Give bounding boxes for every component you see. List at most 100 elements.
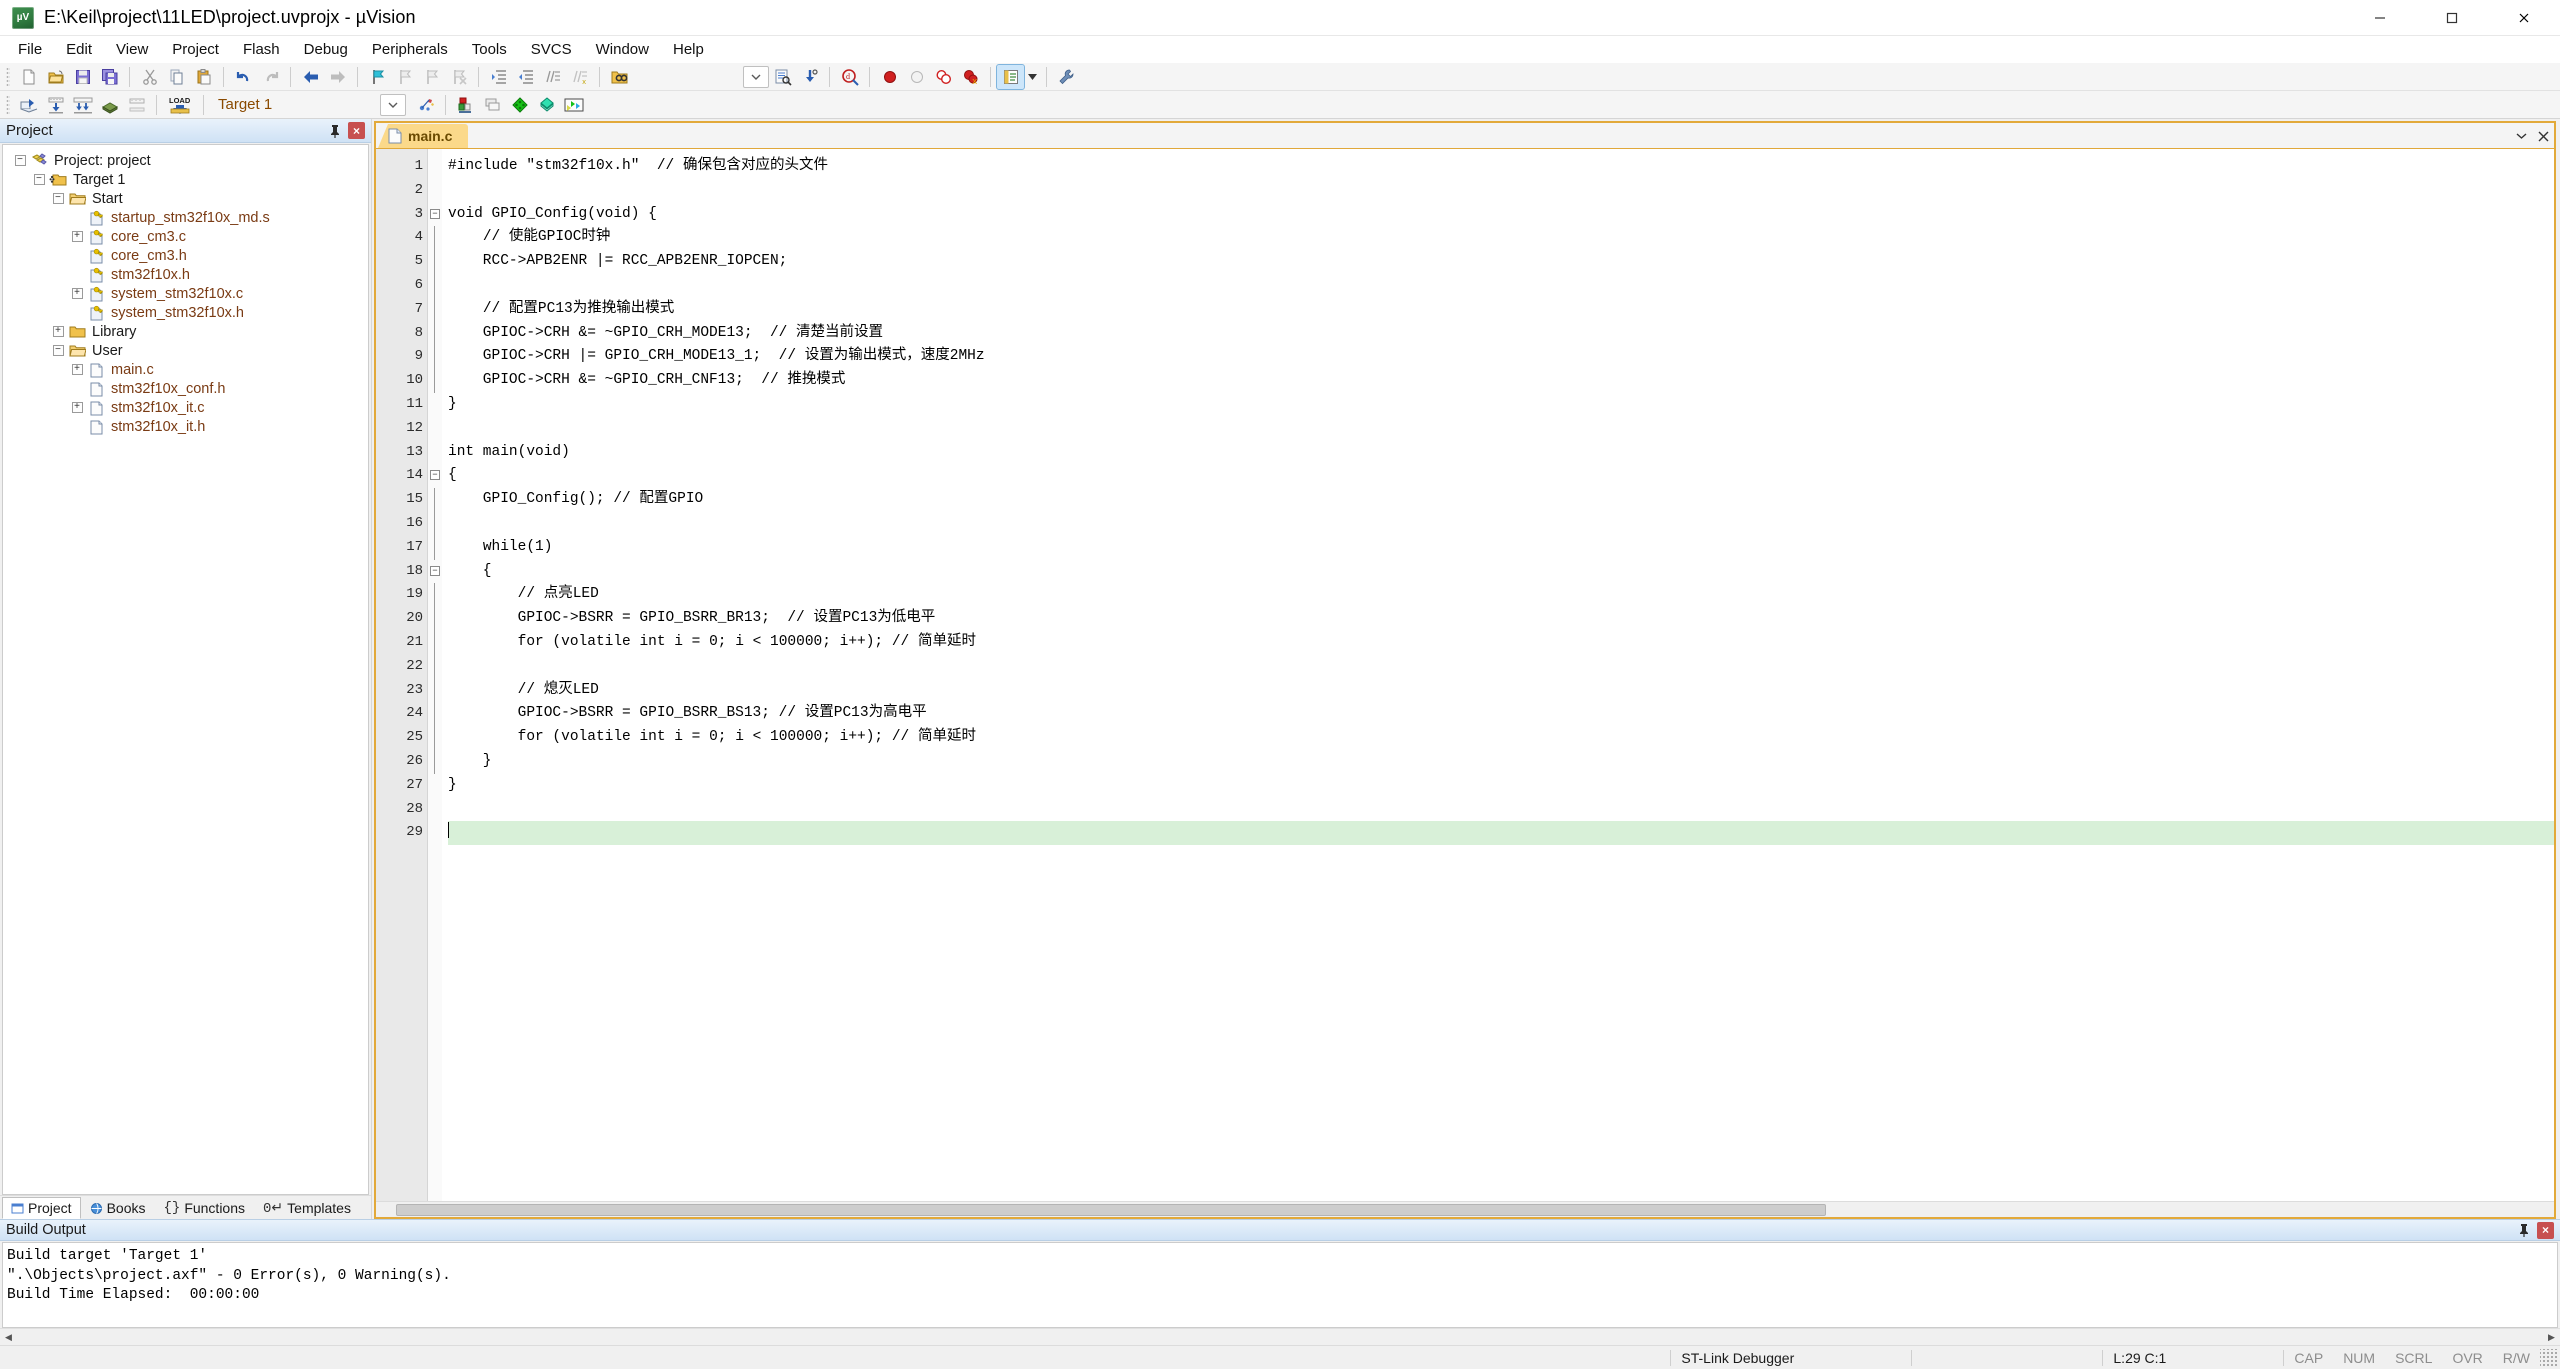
expander-plus[interactable]: + bbox=[71, 402, 83, 413]
tab-books[interactable]: Books bbox=[81, 1197, 155, 1219]
pin-icon[interactable] bbox=[2514, 1220, 2534, 1240]
code-line[interactable] bbox=[448, 179, 2554, 203]
expand-icon[interactable]: + bbox=[68, 284, 86, 303]
toolbar-grip[interactable] bbox=[6, 66, 10, 87]
find-in-files-icon[interactable] bbox=[606, 65, 633, 89]
configuration-wizard-icon[interactable] bbox=[996, 63, 1025, 90]
navigate-back-icon[interactable] bbox=[297, 65, 324, 89]
manage-project-items-icon[interactable] bbox=[452, 93, 479, 117]
tree-item-startup-stm32f10x-md-s[interactable]: startup_stm32f10x_md.s bbox=[3, 208, 368, 227]
tree-item-main-c[interactable]: + main.c bbox=[3, 360, 368, 379]
incremental-find-icon[interactable] bbox=[769, 65, 796, 89]
open-file-icon[interactable] bbox=[42, 65, 69, 89]
tree-item-project-project[interactable]: − Project: project bbox=[3, 151, 368, 170]
scroll-right-icon[interactable]: ▶ bbox=[2543, 1330, 2560, 1345]
pack-installer-icon[interactable] bbox=[479, 93, 506, 117]
menu-window[interactable]: Window bbox=[584, 37, 661, 62]
rebuild-all-icon[interactable] bbox=[69, 93, 96, 117]
code-line[interactable]: GPIOC->BSRR = GPIO_BSRR_BR13; // 设置PC13为… bbox=[448, 607, 2554, 631]
tree-item-user[interactable]: − User bbox=[3, 341, 368, 360]
code-line[interactable] bbox=[448, 655, 2554, 679]
code-line[interactable] bbox=[448, 417, 2554, 441]
code-line[interactable]: RCC->APB2ENR |= RCC_APB2ENR_IOPCEN; bbox=[448, 250, 2554, 274]
menu-flash[interactable]: Flash bbox=[231, 37, 292, 62]
code-text[interactable]: #include "stm32f10x.h" // 确保包含对应的头文件 voi… bbox=[442, 149, 2554, 1201]
tree-item-stm32f10x-it-c[interactable]: + stm32f10x_it.c bbox=[3, 398, 368, 417]
collapse-icon[interactable]: − bbox=[49, 341, 67, 360]
editor-horizontal-scrollbar[interactable] bbox=[376, 1201, 2554, 1217]
code-line[interactable]: void GPIO_Config(void) { bbox=[448, 203, 2554, 227]
code-line[interactable]: // 熄灭LED bbox=[448, 679, 2554, 703]
redo-icon[interactable] bbox=[257, 65, 284, 89]
tree-item-stm32f10x-it-h[interactable]: stm32f10x_it.h bbox=[3, 417, 368, 436]
code-line[interactable] bbox=[448, 274, 2554, 298]
code-line[interactable]: #include "stm32f10x.h" // 确保包含对应的头文件 bbox=[448, 155, 2554, 179]
code-line[interactable]: } bbox=[448, 774, 2554, 798]
translate-file-icon[interactable] bbox=[15, 93, 42, 117]
expand-icon[interactable]: + bbox=[49, 322, 67, 341]
stop-build-icon[interactable] bbox=[123, 93, 150, 117]
uncomment-icon[interactable]: x bbox=[566, 65, 593, 89]
download-icon[interactable]: LOAD bbox=[163, 93, 197, 117]
menu-view[interactable]: View bbox=[104, 37, 160, 62]
expand-icon[interactable]: + bbox=[68, 360, 86, 379]
menu-edit[interactable]: Edit bbox=[54, 37, 104, 62]
kill-all-breakpoints-icon[interactable]: x bbox=[957, 65, 984, 89]
code-line[interactable]: { bbox=[448, 464, 2554, 488]
menu-tools[interactable]: Tools bbox=[460, 37, 519, 62]
clear-bookmarks-icon[interactable] bbox=[445, 65, 472, 89]
code-line[interactable] bbox=[448, 512, 2554, 536]
select-software-packs-alt-icon[interactable] bbox=[560, 93, 587, 117]
tree-item-core-cm3-h[interactable]: core_cm3.h bbox=[3, 246, 368, 265]
collapse-icon[interactable]: − bbox=[49, 189, 67, 208]
tree-item-library[interactable]: + Library bbox=[3, 322, 368, 341]
code-line[interactable]: for (volatile int i = 0; i < 100000; i++… bbox=[448, 631, 2554, 655]
code-line[interactable]: int main(void) bbox=[448, 441, 2554, 465]
scroll-left-icon[interactable]: ◀ bbox=[0, 1330, 17, 1345]
build-output-scrollbar[interactable]: ◀ ▶ bbox=[0, 1328, 2560, 1345]
code-line[interactable]: } bbox=[448, 393, 2554, 417]
code-viewport[interactable]: 1 2 3 4 5 6 7 8 9 10 11 12 13 14 15 16 17 18 19 20 21 22 23 24 2… bbox=[376, 149, 2554, 1201]
editor-hscroll-thumb[interactable] bbox=[396, 1203, 1826, 1216]
expander-minus[interactable]: − bbox=[52, 193, 64, 204]
batch-build-icon[interactable] bbox=[96, 93, 123, 117]
pin-icon[interactable] bbox=[325, 121, 345, 141]
undo-icon[interactable] bbox=[230, 65, 257, 89]
code-line[interactable]: GPIO_Config(); // 配置GPIO bbox=[448, 488, 2554, 512]
close-icon[interactable]: × bbox=[2537, 1221, 2554, 1239]
expander-plus[interactable]: + bbox=[71, 364, 83, 375]
menu-debug[interactable]: Debug bbox=[292, 37, 360, 62]
disable-all-breakpoints-icon[interactable] bbox=[930, 65, 957, 89]
navigate-forward-icon[interactable] bbox=[324, 65, 351, 89]
editor-tab-main-c[interactable]: main.c bbox=[378, 124, 469, 148]
menu-project[interactable]: Project bbox=[160, 37, 231, 62]
expander-minus[interactable]: − bbox=[14, 155, 26, 166]
target-options-icon[interactable] bbox=[412, 93, 439, 117]
tab-functions[interactable]: {} Functions bbox=[155, 1197, 255, 1219]
code-line[interactable]: // 配置PC13为推挽输出模式 bbox=[448, 298, 2554, 322]
outdent-icon[interactable] bbox=[512, 65, 539, 89]
menu-svcs[interactable]: SVCS bbox=[519, 37, 584, 62]
close-icon[interactable]: × bbox=[348, 122, 365, 139]
build-scroll-track[interactable] bbox=[17, 1330, 2543, 1345]
fold-collapse-icon[interactable]: − bbox=[430, 208, 440, 219]
code-line[interactable]: GPIOC->CRH &= ~GPIO_CRH_CNF13; // 推挽模式 bbox=[448, 369, 2554, 393]
collapse-icon[interactable]: − bbox=[30, 170, 48, 189]
editor-close-icon[interactable] bbox=[2532, 124, 2554, 148]
code-line[interactable]: GPIOC->CRH &= ~GPIO_CRH_MODE13; // 清楚当前设… bbox=[448, 322, 2554, 346]
menu-help[interactable]: Help bbox=[661, 37, 716, 62]
code-line[interactable]: { bbox=[448, 560, 2554, 584]
code-folding-column[interactable]: − − − bbox=[428, 149, 442, 1201]
tab-templates[interactable]: 0↵ Templates bbox=[254, 1197, 360, 1219]
cut-icon[interactable] bbox=[136, 65, 163, 89]
expander-minus[interactable]: − bbox=[52, 345, 64, 356]
code-line[interactable]: // 点亮LED bbox=[448, 583, 2554, 607]
tree-item-stm32f10x-conf-h[interactable]: stm32f10x_conf.h bbox=[3, 379, 368, 398]
indent-icon[interactable] bbox=[485, 65, 512, 89]
tab-project[interactable]: Project bbox=[2, 1197, 81, 1219]
code-line[interactable]: } bbox=[448, 750, 2554, 774]
expand-icon[interactable]: + bbox=[68, 227, 86, 246]
tree-item-system-stm32f10x-h[interactable]: system_stm32f10x.h bbox=[3, 303, 368, 322]
menu-file[interactable]: File bbox=[6, 37, 54, 62]
enable-breakpoint-icon[interactable] bbox=[903, 65, 930, 89]
